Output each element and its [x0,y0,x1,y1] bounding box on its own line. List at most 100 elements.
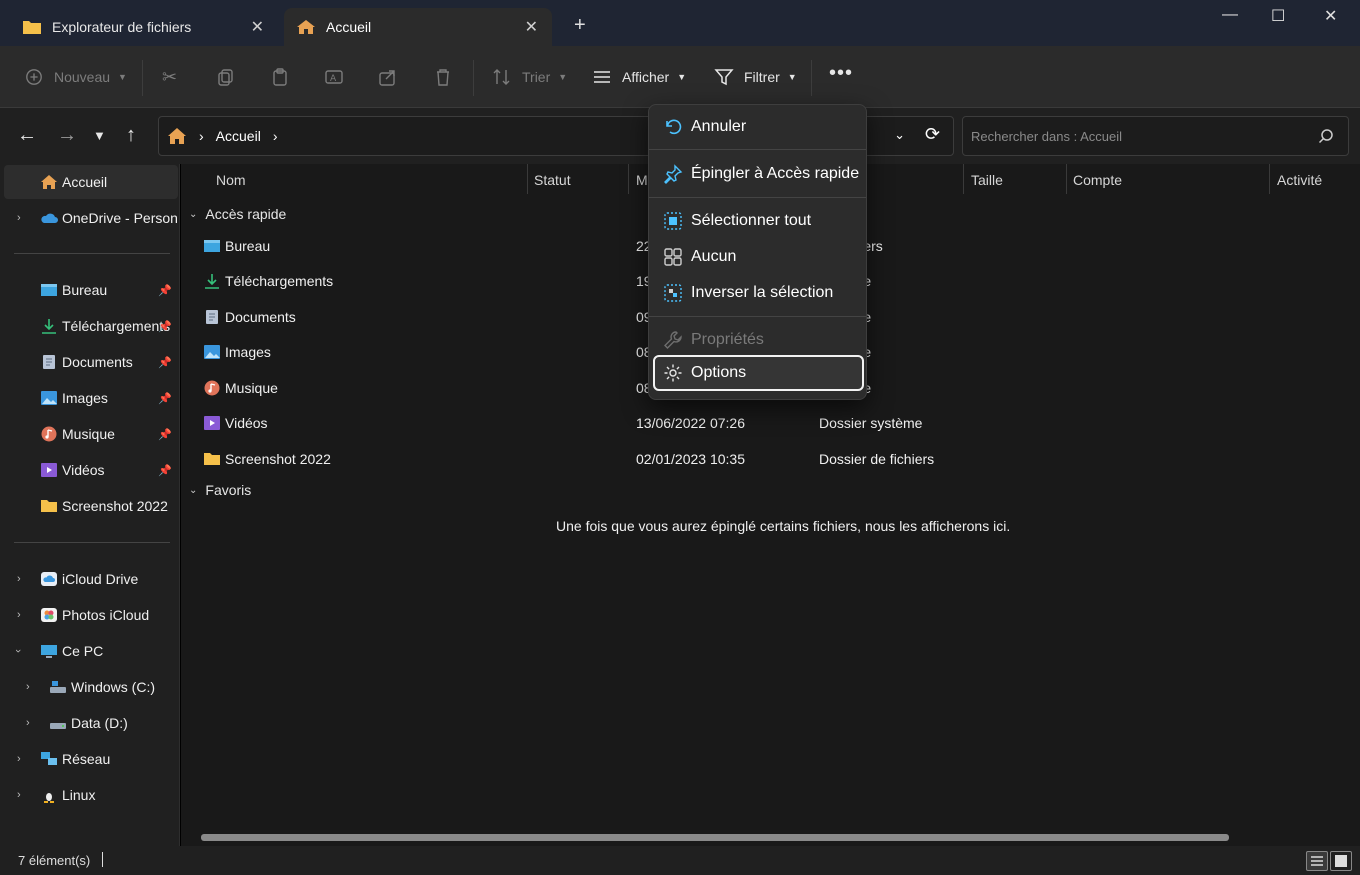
share-icon[interactable] [378,66,398,88]
menu-item-select-all[interactable]: Sélectionner tout [653,203,864,239]
row-name: Musique [225,380,278,396]
pictures-icon [41,391,57,405]
tiles-view-icon[interactable] [1330,851,1352,871]
home-icon [168,128,186,144]
sidebar-item-music[interactable]: Musique 📌 [4,417,178,451]
chevron-down-icon[interactable]: ⌄ [189,209,197,220]
sidebar-item-drive-c[interactable]: › Windows (C:) [4,670,178,704]
menu-item-undo[interactable]: Annuler [653,109,864,145]
sort-button[interactable]: Trier ▼ [492,66,567,88]
close-window-button[interactable]: ✕ [1324,6,1337,26]
delete-icon[interactable] [433,66,453,88]
column-divider[interactable] [963,164,964,194]
breadcrumb-separator[interactable]: › [199,128,204,144]
tab-label: Accueil [326,19,372,35]
title-bar: Explorateur de fichiers ✕ Accueil ✕ + — … [0,0,1360,46]
status-divider [102,852,103,867]
menu-item-properties[interactable]: Propriétés [653,322,864,358]
maximize-button[interactable]: ☐ [1271,6,1285,26]
rename-icon[interactable]: A [324,66,344,88]
gear-icon [664,364,682,382]
horizontal-scrollbar[interactable] [201,834,1229,841]
sidebar-item-photos-icloud[interactable]: › Photos iCloud [4,598,178,632]
chevron-down-icon[interactable]: ⌄ [189,485,197,496]
up-arrow-icon[interactable]: ↑ [126,124,136,147]
group-quick-access[interactable]: ⌄ Accès rapide [189,206,286,222]
new-button[interactable]: Nouveau ▼ [24,66,127,88]
sidebar-item-this-pc[interactable]: › Ce PC [4,634,178,668]
column-divider[interactable] [527,164,528,194]
menu-item-pin-quick-access[interactable]: Épingler à Accès rapide [653,156,864,192]
column-divider[interactable] [1066,164,1067,194]
pin-icon[interactable]: 📌 [158,320,172,333]
menu-item-select-none[interactable]: Aucun [653,239,864,275]
filter-button[interactable]: Filtrer ▼ [714,66,797,88]
column-header-status[interactable]: Statut [534,172,571,188]
videos-icon [204,416,220,430]
minimize-button[interactable]: — [1222,6,1238,24]
breadcrumb-separator[interactable]: › [273,128,278,144]
pin-icon[interactable]: 📌 [158,284,172,297]
pc-icon [41,645,57,658]
tab-file-explorer[interactable]: Explorateur de fichiers ✕ [10,8,278,46]
back-arrow-icon[interactable]: ← [17,124,37,147]
chevron-right-icon[interactable]: › [17,212,21,224]
sidebar-item-desktop[interactable]: Bureau 📌 [4,273,178,307]
group-favorites[interactable]: ⌄ Favoris [189,482,251,498]
chevron-right-icon[interactable]: › [26,717,30,729]
sidebar-item-downloads[interactable]: Téléchargements 📌 [4,309,178,343]
close-tab-icon[interactable]: ✕ [525,17,538,37]
sidebar-item-onedrive[interactable]: › OneDrive - Persona [4,201,178,235]
sidebar-item-screenshot-2022[interactable]: Screenshot 2022 [4,489,178,523]
search-input[interactable]: Rechercher dans : Accueil [962,116,1349,156]
table-row[interactable]: Vidéos 13/06/2022 07:26 Dossier système [181,406,1360,440]
address-history-chevron-icon[interactable]: ⌄ [894,127,905,143]
sidebar-item-icloud-drive[interactable]: › iCloud Drive [4,562,178,596]
chevron-right-icon[interactable]: › [17,753,21,765]
close-tab-icon[interactable]: ✕ [251,17,264,37]
view-button[interactable]: Afficher ▼ [592,66,686,88]
chevron-right-icon[interactable]: › [26,681,30,693]
sidebar-item-drive-d[interactable]: › Data (D:) [4,706,178,740]
column-divider[interactable] [1269,164,1270,194]
desktop-folder-icon [204,240,220,252]
chevron-down-icon[interactable]: › [12,649,24,653]
breadcrumb-home[interactable]: Accueil [216,128,261,144]
column-header-size[interactable]: Taille [971,172,1003,188]
column-divider[interactable] [628,164,629,194]
new-tab-button[interactable]: + [574,14,586,37]
forward-arrow-icon[interactable]: → [57,124,77,147]
table-row[interactable]: Screenshot 2022 02/01/2023 10:35 Dossier… [181,442,1360,476]
recent-locations-chevron-icon[interactable]: ▼ [93,128,106,143]
column-header-name[interactable]: Nom [216,172,246,188]
menu-divider [649,149,866,150]
paste-icon[interactable] [270,66,290,88]
chevron-right-icon[interactable]: › [17,609,21,621]
cut-icon[interactable]: ✂ [162,66,177,88]
column-header-activity[interactable]: Activité [1277,172,1322,188]
chevron-right-icon[interactable]: › [17,789,21,801]
sidebar-item-home[interactable]: Accueil [4,165,178,199]
sidebar-item-network[interactable]: › Réseau [4,742,178,776]
chevron-right-icon[interactable]: › [17,573,21,585]
copy-icon[interactable] [216,66,236,88]
sidebar-item-documents[interactable]: Documents 📌 [4,345,178,379]
download-icon [42,319,56,334]
tab-home[interactable]: Accueil ✕ [284,8,552,46]
sidebar-item-linux[interactable]: › Linux [4,778,178,812]
menu-item-invert-selection[interactable]: Inverser la sélection [653,275,864,311]
more-options-icon[interactable]: ••• [829,62,853,84]
sidebar-item-pictures[interactable]: Images 📌 [4,381,178,415]
pin-icon[interactable]: 📌 [158,392,172,405]
pin-icon[interactable]: 📌 [158,356,172,369]
pin-icon[interactable]: 📌 [158,464,172,477]
refresh-icon[interactable]: ⟳ [925,124,940,145]
sidebar-item-videos[interactable]: Vidéos 📌 [4,453,178,487]
pin-icon[interactable]: 📌 [158,428,172,441]
column-header-account[interactable]: Compte [1073,172,1122,188]
select-none-icon [664,248,682,266]
menu-item-options[interactable]: Options [653,355,864,391]
folder-icon [23,21,41,34]
details-view-icon[interactable] [1306,851,1328,871]
column-header-modified[interactable]: M [636,172,648,188]
